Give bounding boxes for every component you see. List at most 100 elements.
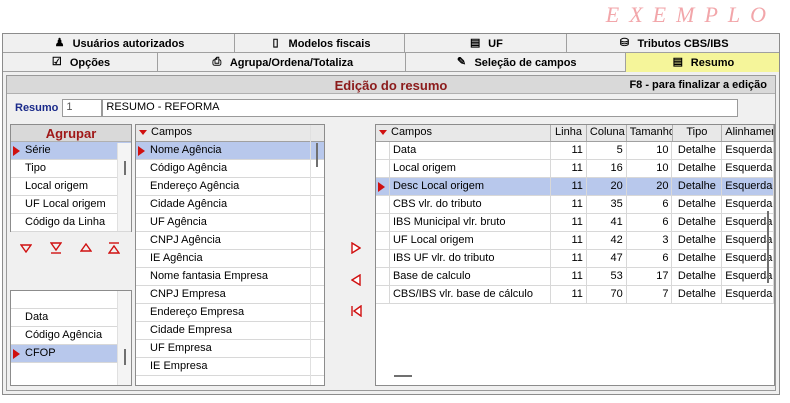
table-cell[interactable]: 11 (551, 286, 587, 303)
table-cell[interactable]: Detalhe (672, 214, 723, 231)
table-cell[interactable]: Detalhe (672, 160, 723, 177)
scroll-thumb[interactable] (124, 161, 126, 175)
table-cell[interactable]: Detalhe (672, 232, 723, 249)
table-cell[interactable]: IBS Municipal vlr. bruto (390, 214, 552, 231)
grid-vscrollbar[interactable] (762, 211, 774, 283)
list-item[interactable]: IE Empresa (136, 358, 324, 376)
table-cell[interactable]: 35 (587, 196, 627, 213)
ordem-list[interactable]: Data Código Agência CFOP (11, 309, 131, 363)
table-cell[interactable]: 3 (627, 232, 673, 249)
table-cell[interactable]: 11 (551, 142, 587, 159)
grid-body[interactable]: Data 11 5 10 Detalhe Esquerda Local origem 11 16… (376, 142, 774, 304)
table-cell[interactable]: CBS/IBS vlr. base de cálculo (390, 286, 552, 303)
list-item[interactable]: Nome fantasia Empresa (136, 268, 324, 286)
table-cell[interactable]: 11 (551, 268, 587, 285)
table-cell[interactable]: Esquerda (722, 178, 774, 195)
table-cell[interactable]: IBS UF vlr. do tributo (390, 250, 552, 267)
table-row[interactable]: Base de calculo 11 53 17 Detalhe Esquerda (376, 268, 774, 286)
list-item[interactable]: Cidade Empresa (136, 322, 324, 340)
list-item[interactable]: CFOP (11, 345, 131, 363)
table-cell[interactable]: Data (390, 142, 552, 159)
column-header[interactable]: Tipo (673, 125, 723, 141)
table-cell[interactable]: 42 (587, 232, 627, 249)
table-cell[interactable]: Detalhe (672, 250, 723, 267)
agrupar-scrollbar[interactable] (117, 143, 131, 231)
agrupar-list[interactable]: Série Tipo Local origem UF Local origem Códi… (11, 142, 131, 232)
grid-hscroll-thumb[interactable] (394, 375, 412, 377)
resumo-name-field[interactable]: RESUMO - REFORMA (102, 99, 739, 117)
table-cell[interactable]: 20 (626, 178, 673, 195)
list-item[interactable]: Série (11, 142, 131, 160)
table-row[interactable]: Desc Local origem 11 20 20 Detalhe Esquerda (376, 178, 774, 196)
add-field-button[interactable] (349, 241, 363, 255)
list-item[interactable]: Código Agência (136, 160, 324, 178)
column-header[interactable]: Campos (376, 125, 552, 141)
list-item[interactable]: Nome Agência (136, 142, 324, 160)
table-row[interactable]: Local origem 11 16 10 Detalhe Esquerda (376, 160, 774, 178)
column-header[interactable]: Alinhamento (722, 125, 774, 141)
table-cell[interactable]: 53 (587, 268, 627, 285)
table-cell[interactable]: 6 (627, 250, 673, 267)
list-item[interactable]: Endereço Empresa (136, 304, 324, 322)
list-item[interactable]: Endereço Agência (136, 178, 324, 196)
campos-scrollbar[interactable] (310, 125, 322, 385)
tab-modelos-fiscais[interactable]: ▯ Modelos fiscais (235, 34, 405, 53)
tab-agrupa-ordena-totaliza[interactable]: ⎙ Agrupa/Ordena/Totaliza (158, 53, 406, 72)
table-cell[interactable]: 10 (627, 160, 673, 177)
table-cell[interactable]: 17 (627, 268, 673, 285)
resumo-number-field[interactable]: 1 (62, 99, 103, 117)
tab-tributos-cbs-ibs[interactable]: ⛁ Tributos CBS/IBS (567, 34, 779, 53)
table-cell[interactable]: 11 (551, 250, 587, 267)
remove-field-button[interactable] (349, 273, 363, 287)
move-down-button[interactable] (19, 241, 33, 255)
list-item[interactable]: Data (11, 309, 131, 327)
tab-opcoes[interactable]: ☑ Opções (3, 53, 158, 72)
ordem-scrollbar[interactable] (117, 291, 131, 385)
list-item[interactable]: IE Agência (136, 250, 324, 268)
move-top-button[interactable] (107, 241, 121, 255)
table-cell[interactable]: Detalhe (672, 286, 723, 303)
table-cell[interactable]: 7 (627, 286, 673, 303)
table-row[interactable]: UF Local origem 11 42 3 Detalhe Esquerda (376, 232, 774, 250)
table-row[interactable]: CBS/IBS vlr. base de cálculo 11 70 7 Detalhe… (376, 286, 774, 304)
table-cell[interactable]: UF Local origem (390, 232, 552, 249)
list-item[interactable]: CNPJ Agência (136, 232, 324, 250)
list-item[interactable]: Local origem (11, 178, 131, 196)
table-cell[interactable]: 10 (627, 142, 673, 159)
table-cell[interactable]: 16 (587, 160, 627, 177)
list-item[interactable]: Tipo (11, 160, 131, 178)
column-header[interactable]: Tamanho (627, 125, 673, 141)
tab-usuarios-autorizados[interactable]: ♟ Usuários autorizados (3, 34, 235, 53)
move-up-button[interactable] (79, 241, 93, 255)
table-cell[interactable]: 11 (551, 214, 587, 231)
table-cell[interactable]: 41 (587, 214, 627, 231)
remove-all-button[interactable] (349, 304, 363, 318)
column-header[interactable]: Linha (551, 125, 587, 141)
tab-uf[interactable]: ▤ UF (405, 34, 567, 53)
column-header[interactable]: Coluna (587, 125, 627, 141)
table-cell[interactable]: 47 (587, 250, 627, 267)
table-cell[interactable]: 11 (551, 178, 587, 195)
list-item[interactable]: UF Empresa (136, 340, 324, 358)
list-item[interactable]: Código Agência (11, 327, 131, 345)
list-item[interactable]: CNPJ Empresa (136, 286, 324, 304)
table-cell[interactable]: 11 (551, 196, 587, 213)
table-row[interactable]: CBS vlr. do tributo 11 35 6 Detalhe Esquerda (376, 196, 774, 214)
table-cell[interactable]: Esquerda (722, 142, 774, 159)
table-cell[interactable]: Desc Local origem (389, 178, 552, 195)
table-cell[interactable]: 20 (586, 178, 627, 195)
table-cell[interactable]: Detalhe (672, 196, 723, 213)
table-cell[interactable]: CBS vlr. do tributo (390, 196, 552, 213)
campos-list[interactable]: Nome Agência Código Agência Endereço Agênc… (136, 142, 324, 376)
move-bottom-button[interactable] (49, 241, 63, 255)
list-item[interactable]: UF Agência (136, 214, 324, 232)
scroll-thumb[interactable] (124, 349, 126, 365)
table-cell[interactable]: 6 (627, 196, 673, 213)
table-row[interactable]: Data 11 5 10 Detalhe Esquerda (376, 142, 774, 160)
scroll-thumb[interactable] (316, 143, 318, 167)
tab-selecao-de-campos[interactable]: ✎ Seleção de campos (406, 53, 626, 72)
table-cell[interactable]: Esquerda (722, 286, 774, 303)
table-cell[interactable]: 11 (551, 160, 587, 177)
table-cell[interactable]: Detalhe (672, 142, 723, 159)
table-row[interactable]: IBS UF vlr. do tributo 11 47 6 Detalhe Esquer… (376, 250, 774, 268)
